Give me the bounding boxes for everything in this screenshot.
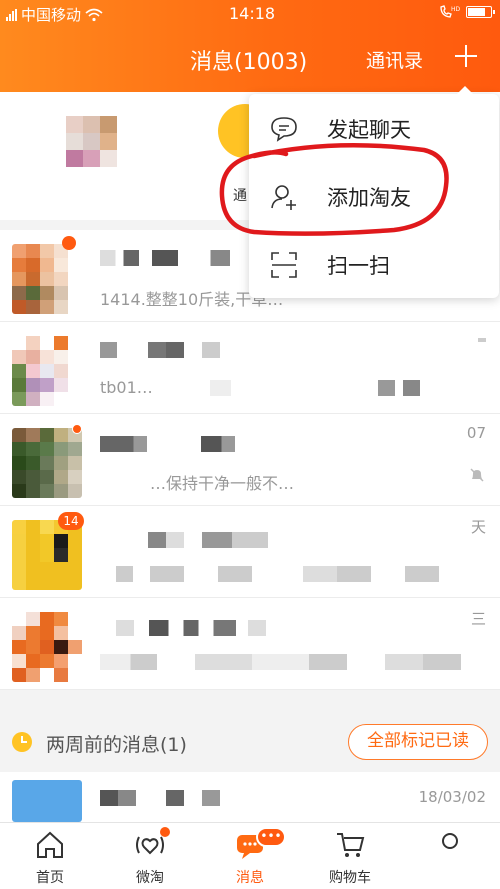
preview-blur: [116, 566, 456, 582]
bottom-nav: 首页 微淘 ••• 消息 购物车: [0, 822, 500, 889]
contact-name: [100, 790, 220, 806]
nav-label: 微淘: [136, 870, 164, 886]
mute-bell-icon: [470, 468, 484, 482]
carrier-name: 中国移动: [21, 6, 82, 24]
nav-me[interactable]: [400, 823, 500, 889]
nav-label: 首页: [36, 870, 64, 886]
message-time: 18/03/02: [418, 788, 486, 806]
list-item[interactable]: 14 天: [0, 506, 500, 598]
nav-cart[interactable]: 购物车: [300, 823, 400, 889]
message-time: 天: [470, 518, 486, 536]
menu-item-label: 扫一扫: [327, 254, 390, 278]
nav-home[interactable]: 首页: [0, 823, 100, 889]
unread-dot: [160, 827, 170, 837]
home-icon: [37, 831, 63, 858]
conversation-list: 1414.整整10斤装,干草… tb01… 07 …保持干净一般不… 14 天 …: [0, 230, 500, 690]
menu-item-start-chat[interactable]: 发起聊天: [249, 94, 499, 162]
message-time: 三: [470, 610, 486, 628]
avatar: [12, 612, 82, 682]
contact-name: [100, 342, 220, 358]
list-item[interactable]: tb01…: [0, 322, 500, 414]
unread-dot: [72, 424, 82, 434]
wifi-icon: [85, 8, 103, 21]
nav-messages[interactable]: ••• 消息: [200, 823, 300, 889]
menu-item-label: 添加淘友: [327, 186, 411, 210]
contacts-link[interactable]: 通讯录: [366, 46, 423, 73]
battery-icon: [466, 6, 495, 18]
add-menu-popup: 发起聊天 添加淘友 扫一扫: [249, 86, 499, 298]
plus-icon[interactable]: [452, 42, 480, 70]
carrier-info: 中国移动: [6, 4, 103, 25]
nav-label: 消息: [236, 870, 264, 886]
contact-name: [116, 620, 266, 636]
user-icon: [442, 833, 458, 849]
unread-badge-dots: •••: [256, 827, 286, 847]
unread-badge: 14: [58, 512, 84, 530]
status-time: 14:18: [229, 4, 276, 23]
preview-blur: [100, 654, 480, 670]
chat-bubble-icon: [271, 117, 297, 142]
list-item[interactable]: 三: [0, 598, 500, 690]
message-time: 07: [466, 424, 486, 442]
svg-text:HD: HD: [451, 6, 460, 13]
status-right: HD: [438, 4, 495, 20]
avatar: [12, 780, 82, 822]
top-bar: 中国移动 14:18 HD 消息(1003) 通讯录: [0, 0, 500, 92]
add-friend-icon: [271, 185, 296, 210]
phone-hd-icon: HD: [440, 5, 460, 18]
quick-avatar[interactable]: [66, 116, 118, 168]
avatar: [12, 520, 82, 590]
cart-icon: [337, 833, 365, 857]
section-label: 两周前的消息(1): [46, 734, 187, 756]
list-item[interactable]: 07 …保持干净一般不…: [0, 414, 500, 506]
older-messages-section: 两周前的消息(1) 全部标记已读: [0, 712, 500, 772]
contact-name: [100, 250, 230, 266]
unread-badge: [62, 236, 76, 250]
contact-name: [100, 436, 235, 452]
mark-all-read-button[interactable]: 全部标记已读: [348, 724, 488, 760]
message-time: [478, 338, 486, 342]
nav-label: 购物车: [329, 870, 371, 886]
nav-weitao[interactable]: 微淘: [100, 823, 200, 889]
message-preview: …保持干净一般不…: [150, 474, 295, 493]
list-item[interactable]: 18/03/02: [0, 772, 500, 822]
avatar: [12, 428, 82, 498]
contact-name: [148, 532, 268, 548]
menu-item-scan[interactable]: 扫一扫: [249, 230, 499, 298]
avatar: [12, 336, 82, 406]
quick-label: 通: [233, 188, 247, 204]
clock-icon: [12, 732, 32, 752]
menu-item-label: 发起聊天: [327, 118, 411, 142]
signal-icon: [6, 8, 17, 21]
avatar: [12, 244, 82, 314]
page-title: 消息(1003): [190, 50, 308, 75]
status-bar: 中国移动 14:18 HD: [0, 0, 500, 28]
preview-blur: [210, 380, 420, 396]
scan-icon: [271, 252, 297, 278]
menu-item-add-friend[interactable]: 添加淘友: [249, 162, 499, 230]
